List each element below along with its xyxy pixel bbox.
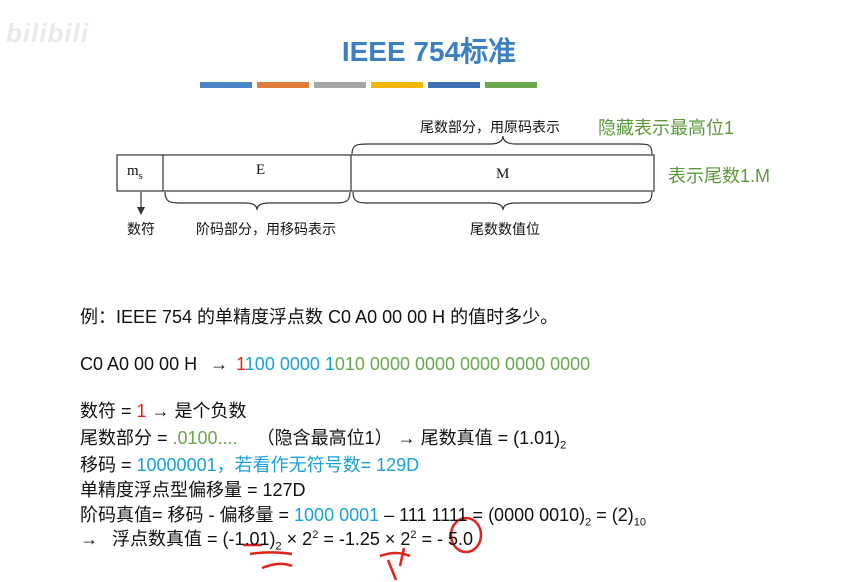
annotation-mark-2 <box>386 559 398 581</box>
represent-note: 表示尾数1.M <box>668 166 771 186</box>
shift-code-line: 移码 = 10000001，若看作无符号数= 129D <box>80 455 420 475</box>
exponent-label: 阶码部分，用移码表示 <box>196 223 336 238</box>
top-brace-label: 尾数部分，用原码表示 <box>420 121 560 136</box>
sign-label: 数符 <box>127 223 155 238</box>
mantissa-line: 尾数部分 = .0100.... （隐含最高位1） → 尾数真值 = (1.01… <box>80 428 567 452</box>
e-label: E <box>256 162 266 178</box>
example-question: 例：IEEE 754 的单精度浮点数 C0 A0 00 00 H 的值时多少。 <box>80 307 559 327</box>
annotation-underline-2 <box>249 551 293 556</box>
annotation-underline-3 <box>261 562 293 570</box>
final-value-line: → 浮点数真值 = (-1.01)2 × 22 = -1.25 × 22 = - … <box>80 529 474 553</box>
exponent-brace <box>164 191 351 211</box>
hex-to-binary-line: C0 A0 00 00 H → 1100 0000 1010 0000 0000 … <box>80 354 591 374</box>
ms-label: ms <box>127 163 143 182</box>
format-box <box>116 154 655 192</box>
bias-line: 单精度浮点型偏移量 = 127D <box>80 480 306 500</box>
annotation-mark-1 <box>379 551 411 558</box>
m-label: M <box>496 166 510 182</box>
sign-arrow-head <box>137 207 145 215</box>
sign-line: 数符 = 1 → 是个负数 <box>80 401 247 421</box>
mantissa-label: 尾数数值位 <box>470 223 540 238</box>
hidden-bit-note: 隐藏表示最高位1 <box>598 118 735 138</box>
mantissa-brace <box>352 191 653 211</box>
